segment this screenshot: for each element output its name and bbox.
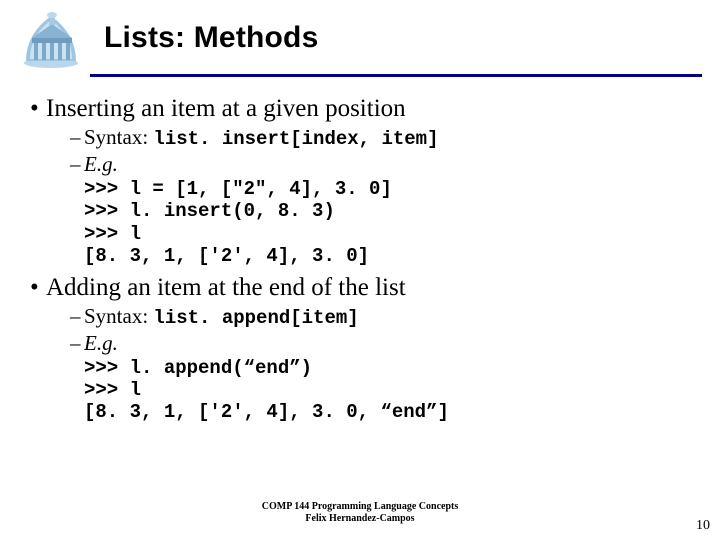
footer-line-1: COMP 144 Programming Language Concepts	[0, 501, 720, 513]
slide-content: •Inserting an item at a given position –…	[0, 77, 720, 424]
footer-line-2: Felix Hernandez-Campos	[0, 513, 720, 525]
bullet-append: •Adding an item at the end of the list	[30, 274, 720, 302]
eg-row-append: –E.g.	[70, 331, 720, 356]
page-number: 10	[696, 518, 710, 534]
syntax-row-insert: –Syntax: list. insert[index, item]	[70, 125, 720, 150]
syntax-label: Syntax:	[84, 304, 148, 328]
syntax-row-append: –Syntax: list. append[item]	[70, 304, 720, 329]
bullet-text: Inserting an item at a given position	[46, 95, 406, 122]
eg-row-insert: –E.g.	[70, 152, 720, 177]
code-block-append: >>> l. append(“end”) >>> l [8. 3, 1, ['2…	[84, 357, 720, 424]
dash-icon: –	[70, 304, 84, 329]
bullet-dot-icon: •	[30, 274, 46, 302]
eg-label: E.g.	[84, 331, 118, 355]
dash-icon: –	[70, 125, 84, 150]
slide-header: Lists: Methods	[0, 0, 720, 70]
dash-icon: –	[70, 331, 84, 356]
syntax-label: Syntax:	[84, 125, 148, 149]
eg-label: E.g.	[84, 152, 118, 176]
syntax-code-append: list. append[item]	[153, 307, 358, 329]
dash-icon: –	[70, 152, 84, 177]
slide-title: Lists: Methods	[104, 21, 318, 55]
code-block-insert: >>> l = [1, ["2", 4], 3. 0] >>> l. inser…	[84, 178, 720, 268]
unc-well-logo	[16, 6, 86, 70]
slide-footer: COMP 144 Programming Language Concepts F…	[0, 501, 720, 524]
syntax-code-insert: list. insert[index, item]	[153, 128, 438, 150]
bullet-inserting: •Inserting an item at a given position	[30, 95, 720, 123]
bullet-dot-icon: •	[30, 95, 46, 123]
bullet-text: Adding an item at the end of the list	[46, 274, 406, 301]
